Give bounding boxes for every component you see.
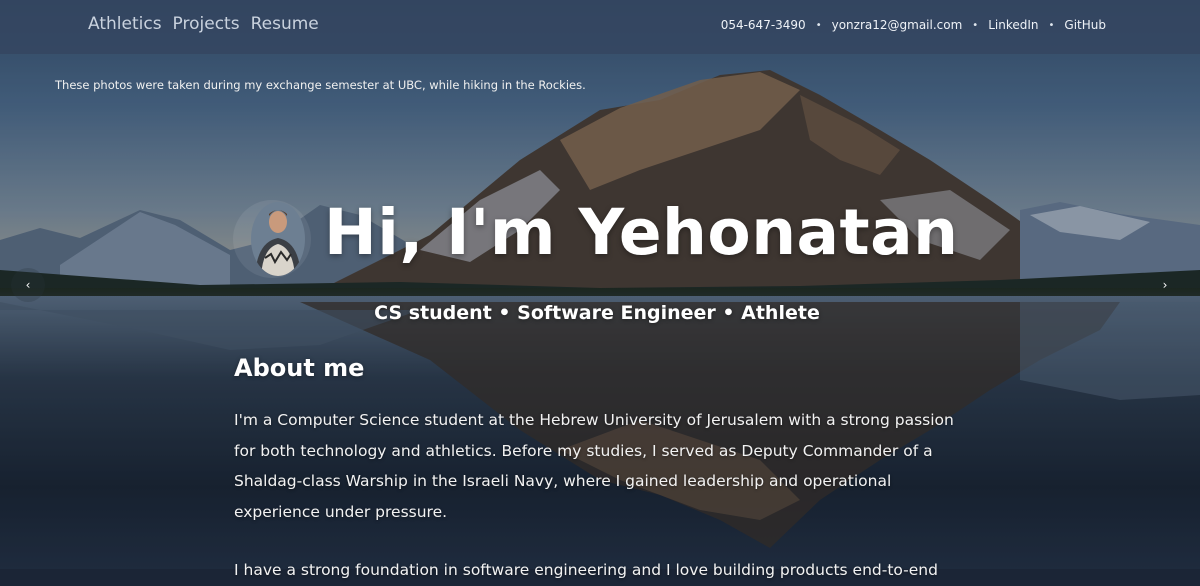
- separator-dot: •: [815, 19, 822, 31]
- hero-subtitle: CS student • Software Engineer • Athlete: [374, 302, 820, 324]
- email-link[interactable]: yonzra12@gmail.com: [832, 18, 963, 32]
- carousel-next-button[interactable]: ›: [1148, 268, 1182, 302]
- nav-link-resume[interactable]: Resume: [251, 14, 319, 34]
- contact-bar: 054-647-3490 • yonzra12@gmail.com • Link…: [721, 18, 1106, 32]
- github-link[interactable]: GitHub: [1064, 18, 1106, 32]
- top-navbar: Athletics Projects Resume 054-647-3490 •…: [0, 0, 1200, 54]
- profile-photo-icon: [251, 202, 305, 276]
- carousel-prev-button[interactable]: ‹: [11, 268, 45, 302]
- nav-link-athletics[interactable]: Athletics: [88, 14, 162, 34]
- separator-dot: •: [1048, 19, 1055, 31]
- phone-link[interactable]: 054-647-3490: [721, 18, 806, 32]
- about-paragraph: I'm a Computer Science student at the He…: [234, 411, 954, 521]
- nav-link-projects[interactable]: Projects: [173, 14, 240, 34]
- hero-title: Hi, I'm Yehonatan: [324, 196, 959, 269]
- chevron-left-icon: ‹: [25, 278, 31, 292]
- linkedin-link[interactable]: LinkedIn: [988, 18, 1038, 32]
- avatar: [251, 202, 305, 276]
- carousel-caption: These photos were taken during my exchan…: [55, 78, 586, 92]
- separator-dot: •: [972, 19, 979, 31]
- chevron-right-icon: ›: [1162, 278, 1168, 292]
- primary-nav: Athletics Projects Resume: [88, 14, 319, 34]
- about-heading: About me: [234, 354, 365, 382]
- about-paragraph: I have a strong foundation in software e…: [234, 561, 938, 579]
